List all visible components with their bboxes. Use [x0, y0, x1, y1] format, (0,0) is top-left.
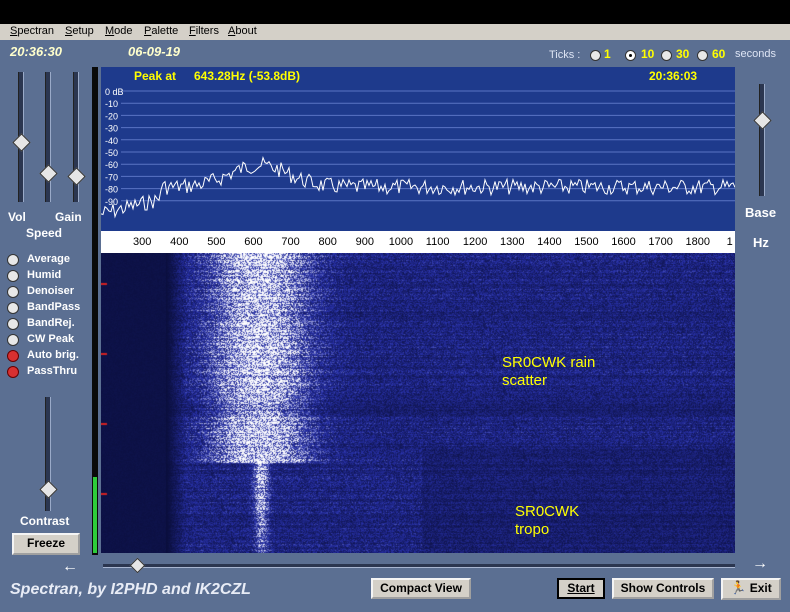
- tick-label-1: 1: [604, 47, 611, 61]
- frequency-tick-label: 1600: [611, 236, 636, 248]
- option-radio[interactable]: [7, 286, 19, 298]
- spectrum-trace: [101, 155, 735, 219]
- annotation-rain-line2: scatter: [502, 372, 548, 389]
- speed-label: Speed: [26, 226, 63, 240]
- frequency-tick-label: 1800: [685, 236, 710, 248]
- menu-palette[interactable]: Palette: [144, 25, 178, 37]
- db-tick-label: -30: [105, 124, 118, 134]
- spectrum-display: 0 dB -10 -20 -30 -40 -50 -60 -70 -80 -90 Peak at …: [101, 67, 735, 231]
- peak-value: 643.28Hz (-53.8dB): [194, 69, 301, 83]
- clock-time: 20:36:30: [10, 44, 63, 59]
- frequency-tick-label: 1700: [648, 236, 673, 248]
- frequency-tick-label: 300: [133, 236, 152, 248]
- tick-label-60: 60: [712, 47, 726, 61]
- frequency-tick-label: 800: [318, 236, 337, 248]
- ticks-label: Ticks :: [549, 49, 581, 61]
- frequency-scroll-track[interactable]: [103, 564, 735, 568]
- frequency-tick-label: 1: [726, 236, 733, 248]
- tick-label-30: 30: [676, 47, 690, 61]
- freeze-button[interactable]: Freeze: [12, 533, 80, 555]
- option-label: PassThru: [27, 365, 78, 377]
- db-tick-label: -70: [105, 172, 118, 182]
- annotation-tropo-line2: tropo: [515, 521, 550, 538]
- option-label: BandRej.: [27, 317, 75, 329]
- tick-label-10: 10: [641, 47, 655, 61]
- option-label: CW Peak: [27, 333, 75, 345]
- db-tick-label: -20: [105, 111, 118, 121]
- vol-label: Vol: [8, 210, 26, 224]
- option-label: Average: [27, 253, 71, 265]
- peak-label: Peak at: [134, 69, 177, 83]
- db-tick-label: -90: [105, 197, 118, 207]
- exit-button[interactable]: 🏃 Exit: [721, 578, 781, 600]
- tick-radio-30[interactable]: [661, 50, 672, 61]
- title-bar: [0, 0, 790, 24]
- exit-runner-icon: 🏃: [730, 580, 747, 595]
- start-button[interactable]: Start: [557, 578, 605, 599]
- date-display: 06-09-19: [128, 44, 181, 59]
- db-tick-label: -80: [105, 185, 118, 195]
- spectrum-plot: 0 dB -10 -20 -30 -40 -50 -60 -70 -80 -90: [101, 87, 735, 219]
- level-meter-bar: [93, 477, 97, 553]
- option-radio[interactable]: [7, 302, 19, 314]
- db-tick-label: -60: [105, 160, 118, 170]
- option-radio[interactable]: [7, 270, 19, 282]
- menu-mode[interactable]: Mode: [105, 25, 133, 37]
- level-meter: [92, 67, 98, 555]
- frequency-tick-label: 1000: [388, 236, 414, 248]
- gain-label: Gain: [55, 210, 82, 224]
- show-controls-button[interactable]: Show Controls: [612, 578, 714, 599]
- frequency-tick-label: 500: [207, 236, 226, 248]
- frequency-tick-label: 900: [355, 236, 374, 248]
- option-radio[interactable]: [7, 366, 19, 378]
- option-radio[interactable]: [7, 318, 19, 330]
- menu-setup[interactable]: Setup: [65, 25, 94, 37]
- frequency-tick-label: 1400: [537, 236, 562, 248]
- exit-label: Exit: [749, 581, 772, 595]
- base-slider-track[interactable]: [759, 84, 765, 196]
- annotation-rain-line1: SR0CWK rain: [502, 354, 596, 371]
- scroll-left-arrow[interactable]: ←: [62, 558, 78, 576]
- option-label: Humid: [27, 269, 62, 281]
- peak-time: 20:36:03: [649, 69, 698, 83]
- ticks-unit: seconds: [735, 48, 776, 60]
- menu-bar: Spectran Setup Mode Palette Filters Abou…: [0, 24, 790, 40]
- frequency-tick-label: 1200: [462, 236, 488, 248]
- option-radio[interactable]: [7, 350, 19, 362]
- base-label: Base: [745, 205, 777, 220]
- frequency-tick-label: 400: [170, 236, 189, 248]
- option-radio[interactable]: [7, 334, 19, 346]
- option-label: BandPass: [27, 301, 81, 313]
- menu-filters[interactable]: Filters: [189, 25, 219, 37]
- frequency-tick-label: 1500: [574, 236, 599, 248]
- db-tick-label: -10: [105, 99, 118, 109]
- compact-view-button[interactable]: Compact View: [371, 578, 471, 599]
- tick-radio-10[interactable]: [625, 50, 636, 61]
- db-tick-label: 0 dB: [105, 87, 124, 97]
- option-label: Denoiser: [27, 285, 75, 297]
- footer-credit: Spectran, by I2PHD and IK2CZL: [10, 581, 251, 598]
- frequency-axis: 300 400 500 600 700 800 900 1000 1100 1200 1300 140…: [101, 231, 735, 253]
- hz-label: Hz: [753, 235, 769, 250]
- frequency-tick-label: 600: [244, 236, 263, 248]
- option-radio[interactable]: [7, 254, 19, 266]
- contrast-label: Contrast: [20, 514, 70, 528]
- annotation-tropo: SR0CWK tropo: [515, 503, 579, 539]
- waterfall-display: [101, 253, 735, 553]
- annotation-rain-scatter: SR0CWK rain scatter: [502, 354, 595, 390]
- scroll-right-arrow[interactable]: →: [752, 555, 768, 573]
- tick-radio-1[interactable]: [590, 50, 601, 61]
- menu-about[interactable]: About: [228, 25, 257, 37]
- frequency-tick-label: 700: [281, 236, 300, 248]
- menu-spectran[interactable]: Spectran: [10, 25, 54, 37]
- annotation-tropo-line1: SR0CWK: [515, 503, 580, 520]
- db-tick-label: -50: [105, 148, 118, 158]
- option-label: Auto brig.: [27, 349, 79, 361]
- frequency-tick-label: 1300: [500, 236, 525, 248]
- db-tick-label: -40: [105, 136, 118, 146]
- frequency-tick-label: 1100: [425, 236, 450, 248]
- tick-radio-60[interactable]: [697, 50, 708, 61]
